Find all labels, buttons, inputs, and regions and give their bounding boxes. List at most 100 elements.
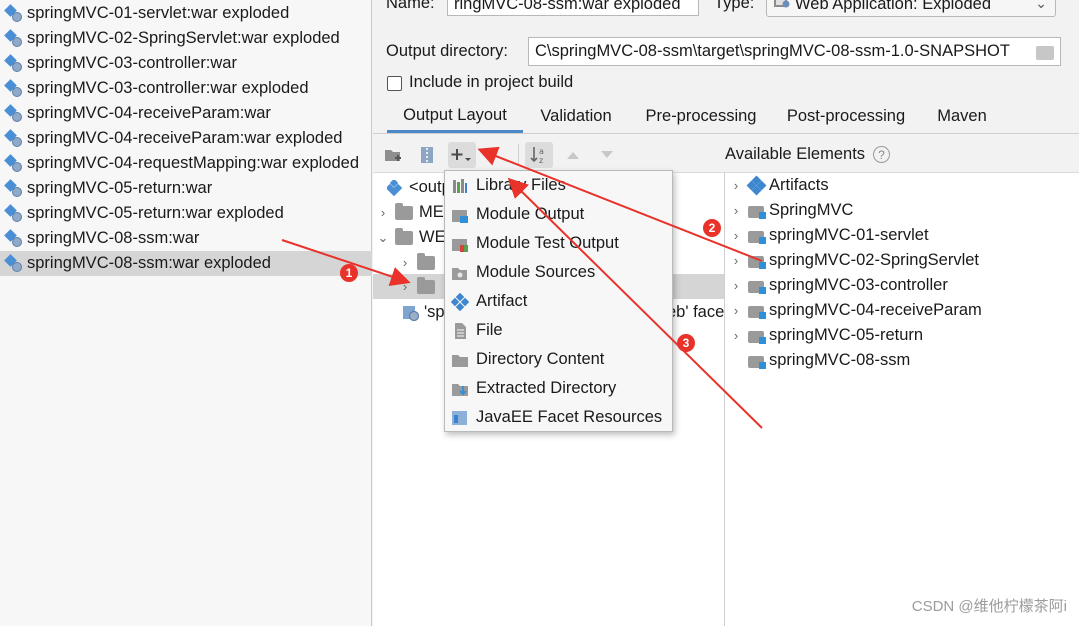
chevron-right-icon[interactable]: › xyxy=(375,205,391,220)
chevron-down-icon[interactable]: ⌄ xyxy=(375,230,391,246)
output-directory-label: Output directory: xyxy=(386,42,508,60)
available-item-module[interactable]: › springMVC-04-receiveParam xyxy=(725,298,1079,323)
extracted-directory-icon xyxy=(451,380,469,398)
menu-item-module-sources[interactable]: Module Sources xyxy=(445,258,672,287)
artifact-label: springMVC-03-controller:war xyxy=(27,54,237,72)
available-item-module[interactable]: › SpringMVC xyxy=(725,198,1079,223)
menu-item-javaee-facet-resources[interactable]: JavaEE Facet Resources xyxy=(445,403,672,432)
name-label: Name: xyxy=(386,0,435,12)
menu-item-artifact[interactable]: Artifact xyxy=(445,287,672,316)
directory-icon xyxy=(451,351,469,369)
available-item-module[interactable]: › springMVC-02-SpringServlet xyxy=(725,248,1079,273)
move-up-button[interactable] xyxy=(561,142,585,168)
artifact-label: springMVC-04-receiveParam:war exploded xyxy=(27,129,343,147)
name-input[interactable]: ringMVC-08-ssm:war exploded xyxy=(447,0,699,16)
svg-text:a: a xyxy=(539,147,544,156)
war-exploded-icon xyxy=(4,153,23,173)
svg-text:z: z xyxy=(539,156,543,165)
menu-item-label: Directory Content xyxy=(476,350,605,368)
move-down-button[interactable] xyxy=(595,142,619,168)
available-item-label: springMVC-03-controller xyxy=(769,276,948,294)
menu-item-label: Artifact xyxy=(476,292,528,310)
war-exploded-icon xyxy=(4,203,23,223)
available-item-module[interactable]: › springMVC-05-return xyxy=(725,323,1079,348)
menu-item-module-test-output[interactable]: Module Test Output xyxy=(445,229,672,258)
menu-item-label: Module Sources xyxy=(476,263,596,281)
available-item-label: springMVC-05-return xyxy=(769,326,924,344)
artifact-item[interactable]: springMVC-04-receiveParam:war exploded xyxy=(0,126,372,151)
chevron-right-icon[interactable]: › xyxy=(397,255,413,270)
type-select[interactable]: Web Application: Exploded ⌄ xyxy=(766,0,1056,17)
war-exploded-icon xyxy=(4,3,23,23)
file-icon xyxy=(451,322,469,340)
tab-output-layout[interactable]: Output Layout xyxy=(387,100,523,133)
artifact-item[interactable]: springMVC-05-return:war exploded xyxy=(0,201,372,226)
available-item-module[interactable]: springMVC-08-ssm xyxy=(725,348,1079,373)
artifacts-list: springMVC-01-servlet:war exploded spring… xyxy=(0,0,372,626)
available-item-artifacts[interactable]: › Artifacts xyxy=(725,173,1079,198)
chevron-right-icon[interactable]: › xyxy=(728,178,744,193)
artifact-item[interactable]: springMVC-03-controller:war exploded xyxy=(0,76,372,101)
available-elements-title: Available Elements xyxy=(725,145,866,163)
available-item-module[interactable]: › springMVC-03-controller xyxy=(725,273,1079,298)
artifact-item[interactable]: springMVC-08-ssm:war xyxy=(0,226,372,251)
available-item-label: springMVC-02-SpringServlet xyxy=(769,251,979,269)
chevron-right-icon[interactable]: › xyxy=(397,279,413,294)
module-icon xyxy=(748,328,766,344)
folder-icon xyxy=(417,276,435,294)
facet-resources-icon xyxy=(451,409,469,427)
war-exploded-icon xyxy=(4,78,23,98)
artifact-item[interactable]: springMVC-02-SpringServlet:war exploded xyxy=(0,26,372,51)
tab-post-processing[interactable]: Post-processing xyxy=(779,100,913,133)
chevron-right-icon[interactable]: › xyxy=(728,278,744,293)
available-item-label: springMVC-08-ssm xyxy=(769,351,911,369)
folder-icon xyxy=(417,252,435,270)
type-label: Type: xyxy=(714,0,755,12)
chevron-right-icon[interactable]: › xyxy=(728,328,744,343)
create-archive-button[interactable] xyxy=(415,142,439,168)
sort-elements-button[interactable]: az xyxy=(525,142,553,168)
chevron-right-icon[interactable]: › xyxy=(728,253,744,268)
archive-icon xyxy=(421,147,433,163)
plus-dropdown-icon xyxy=(451,149,471,161)
watermark: CSDN @维他柠檬茶阿i xyxy=(911,598,1067,615)
facet-resource-icon xyxy=(403,305,419,321)
menu-item-extracted-directory[interactable]: Extracted Directory xyxy=(445,374,672,403)
add-copy-of-button[interactable] xyxy=(448,142,476,168)
artifact-label: springMVC-03-controller:war exploded xyxy=(27,79,309,97)
artifact-icon xyxy=(746,175,767,195)
tab-pre-processing[interactable]: Pre-processing xyxy=(639,100,763,133)
output-directory-input[interactable]: C\springMVC-08-ssm\target\springMVC-08-s… xyxy=(528,37,1061,66)
available-item-label: springMVC-01-servlet xyxy=(769,226,929,244)
menu-item-file[interactable]: File xyxy=(445,316,672,345)
tab-maven[interactable]: Maven xyxy=(929,100,995,133)
browse-folder-icon[interactable] xyxy=(1036,46,1054,60)
type-select-value: Web Application: Exploded xyxy=(795,0,991,13)
arrow-down-icon xyxy=(601,151,613,158)
artifact-item[interactable]: springMVC-03-controller:war xyxy=(0,51,372,76)
include-in-build-checkbox[interactable] xyxy=(387,76,402,91)
chevron-right-icon[interactable]: › xyxy=(728,228,744,243)
menu-item-directory-content[interactable]: Directory Content xyxy=(445,345,672,374)
output-directory-value: C\springMVC-08-ssm\target\springMVC-08-s… xyxy=(535,42,1010,60)
available-elements-tree: › Artifacts › SpringMVC › springMVC-01-s… xyxy=(725,172,1079,626)
module-test-output-icon xyxy=(451,235,469,253)
available-item-module[interactable]: › springMVC-01-servlet xyxy=(725,223,1079,248)
available-item-label: springMVC-04-receiveParam xyxy=(769,301,982,319)
tab-validation[interactable]: Validation xyxy=(529,100,623,133)
module-icon xyxy=(748,353,766,369)
artifact-item-selected[interactable]: springMVC-08-ssm:war exploded xyxy=(0,251,372,276)
new-directory-button[interactable] xyxy=(382,142,406,168)
artifact-item[interactable]: springMVC-04-receiveParam:war xyxy=(0,101,372,126)
chevron-right-icon[interactable]: › xyxy=(728,303,744,318)
menu-item-library-files[interactable]: Library Files xyxy=(445,171,672,200)
chevron-right-icon[interactable]: › xyxy=(728,203,744,218)
artifact-item[interactable]: springMVC-04-requestMapping:war exploded xyxy=(0,151,372,176)
menu-item-label: JavaEE Facet Resources xyxy=(476,408,663,426)
artifact-item[interactable]: springMVC-01-servlet:war exploded xyxy=(0,1,372,26)
folder-icon xyxy=(395,227,413,245)
help-icon[interactable]: ? xyxy=(873,146,890,163)
menu-item-module-output[interactable]: Module Output xyxy=(445,200,672,229)
artifact-item[interactable]: springMVC-05-return:war xyxy=(0,176,372,201)
menu-item-label: File xyxy=(476,321,503,339)
